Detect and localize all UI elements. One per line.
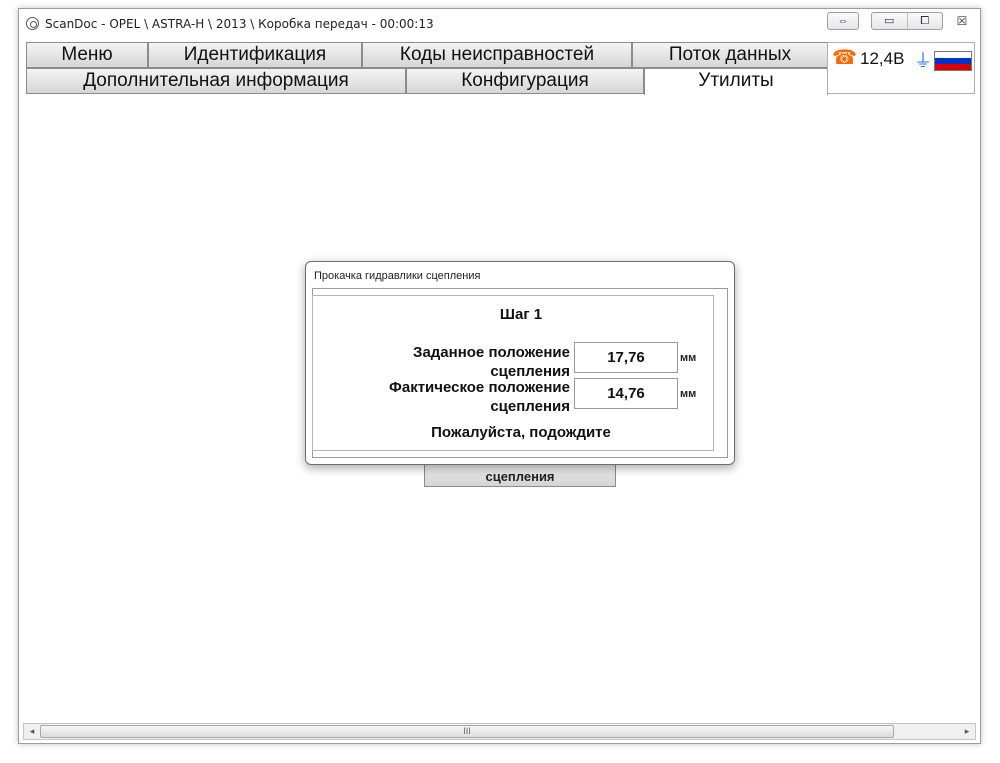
resize-toggle-button[interactable]: ⇔ bbox=[827, 12, 859, 30]
close-button[interactable]: ☒ bbox=[949, 12, 975, 30]
minimize-button[interactable]: ▭ bbox=[872, 13, 908, 29]
window-title: ScanDoc - OPEL \ ASTRA-H \ 2013 \ Коробк… bbox=[45, 17, 434, 31]
utilities-content: сцепления Прокачка гидравлики сцепления … bbox=[19, 95, 980, 721]
window-controls: ▭ ⧠ bbox=[871, 12, 943, 30]
tab-additional-info[interactable]: Дополнительная информация bbox=[26, 68, 406, 94]
dialog-title: Прокачка гидравлики сцепления bbox=[314, 270, 481, 282]
tab-data-stream[interactable]: Поток данных bbox=[632, 42, 828, 68]
app-logo-icon bbox=[26, 17, 39, 30]
tab-utilities[interactable]: Утилиты bbox=[644, 68, 828, 96]
wait-message: Пожалуйста, подождите bbox=[431, 424, 611, 441]
tab-configuration[interactable]: Конфигурация bbox=[406, 68, 644, 94]
title-bar: ScanDoc - OPEL \ ASTRA-H \ 2013 \ Коробк… bbox=[19, 9, 980, 39]
tab-identification[interactable]: Идентификация bbox=[148, 42, 362, 68]
phone-icon: ☎ bbox=[832, 47, 857, 69]
app-window: ScanDoc - OPEL \ ASTRA-H \ 2013 \ Коробк… bbox=[18, 8, 981, 744]
language-flag-icon[interactable] bbox=[934, 51, 972, 71]
horizontal-scrollbar[interactable]: ◂ III ▸ bbox=[23, 723, 976, 740]
actual-position-label: Фактическое положение сцепления bbox=[389, 379, 570, 415]
status-area: ☎ 12,4В ⏚ bbox=[827, 42, 975, 94]
scroll-left-icon[interactable]: ◂ bbox=[24, 724, 40, 739]
flag-stripe-bottom bbox=[935, 63, 971, 70]
scroll-right-icon[interactable]: ▸ bbox=[959, 724, 975, 739]
actual-position-value: 14,76 bbox=[574, 378, 678, 409]
plug-icon: ⏚ bbox=[914, 51, 932, 71]
maximize-button[interactable]: ⧠ bbox=[908, 13, 943, 29]
scrollbar-thumb[interactable]: III bbox=[40, 725, 894, 738]
tab-fault-codes[interactable]: Коды неисправностей bbox=[362, 42, 632, 68]
main-tabs: Меню Идентификация Коды неисправностей П… bbox=[26, 42, 829, 96]
tab-menu[interactable]: Меню bbox=[26, 42, 148, 68]
actual-position-unit: мм bbox=[680, 388, 697, 400]
target-position-value: 17,76 bbox=[574, 342, 678, 373]
clutch-bleed-dialog: Прокачка гидравлики сцепления Шаг 1 Зада… bbox=[305, 261, 735, 465]
target-position-label: Заданное положение сцепления bbox=[413, 344, 570, 380]
target-position-unit: мм bbox=[680, 352, 697, 364]
step-heading: Шаг 1 bbox=[499, 306, 543, 323]
battery-voltage: 12,4В bbox=[860, 49, 905, 68]
